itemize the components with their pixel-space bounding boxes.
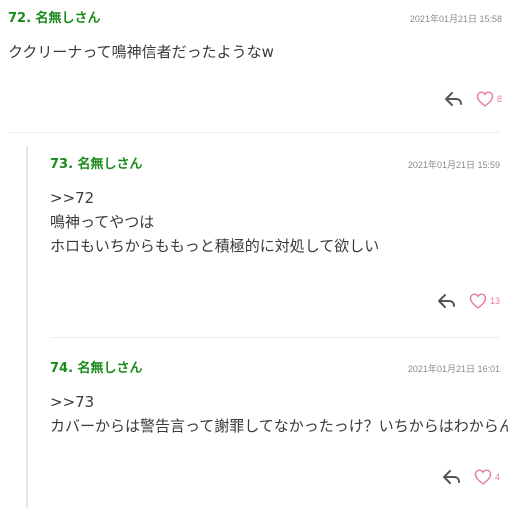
comment-body: >>72 鳴神ってやつは ホロもいちからももっと積極的に対処して欲しい	[50, 186, 500, 258]
comment-actions: 8	[444, 88, 502, 110]
comment-date: 2021年01月21日 16:01	[407, 364, 500, 374]
comment-74: 74. 名無しさん 2021年01月21日 16:01 >>73 カバーからは警…	[50, 360, 508, 485]
comment-anchor-link[interactable]: >>72	[50, 186, 500, 210]
comment-divider	[8, 132, 500, 133]
comment-line: カバーからは警告言って謝罪してなかったっけ？いちからはわからん	[50, 417, 508, 435]
comment-line: ククリーナって鳴神信者だったようなw	[8, 43, 274, 61]
comment-header: 72. 名無しさん 2021年01月21日 15:58	[8, 10, 502, 28]
heart-outline-icon[interactable]	[476, 90, 494, 108]
comment-line: ホロもいちからももっと積極的に対処して欲しい	[50, 237, 380, 255]
comment-actions: 13	[437, 290, 500, 312]
reply-arrow-icon[interactable]	[442, 468, 462, 486]
comment-73: 73. 名無しさん 2021年01月21日 15:59 >>72 鳴神ってやつは…	[50, 156, 500, 309]
comment-header: 74. 名無しさん 2021年01月21日 16:01	[50, 360, 500, 378]
like-count: 13	[489, 296, 500, 306]
comment-header: 73. 名無しさん 2021年01月21日 15:59	[50, 156, 500, 174]
like-count: 4	[494, 472, 500, 482]
comment-author[interactable]: 74. 名無しさん	[50, 360, 143, 378]
comment-author[interactable]: 73. 名無しさん	[50, 156, 143, 174]
comment-72: 72. 名無しさん 2021年01月21日 15:58 ククリーナって鳴神信者だ…	[8, 10, 502, 107]
reply-arrow-icon[interactable]	[444, 90, 464, 108]
comment-actions: 4	[442, 466, 500, 488]
comment-date: 2021年01月21日 15:59	[407, 160, 500, 170]
comment-anchor-link[interactable]: >>73	[50, 390, 500, 414]
comment-date: 2021年01月21日 15:58	[409, 14, 502, 24]
like-count: 8	[496, 94, 502, 104]
reply-arrow-icon[interactable]	[437, 292, 457, 310]
heart-outline-icon[interactable]	[474, 468, 492, 486]
comment-body: ククリーナって鳴神信者だったようなw	[8, 40, 502, 64]
comment-body: >>73 カバーからは警告言って謝罪してなかったっけ？いちからはわからん	[50, 390, 508, 438]
reply-thread-line	[26, 146, 28, 508]
heart-outline-icon[interactable]	[469, 292, 487, 310]
comment-line: 鳴神ってやつは	[50, 213, 155, 231]
comment-divider	[50, 337, 500, 338]
comment-author[interactable]: 72. 名無しさん	[8, 10, 101, 28]
